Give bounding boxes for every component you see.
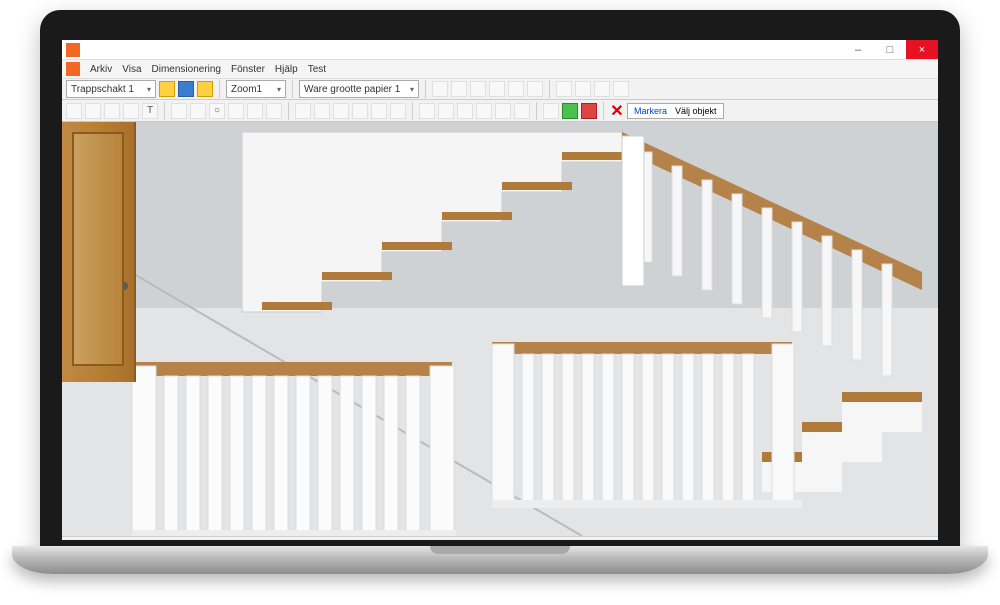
menu-dimensionering[interactable]: Dimensionering [152, 64, 221, 75]
paper-value: Ware grootte papier 1 [304, 84, 400, 95]
hint-valj: Välj objekt [675, 106, 717, 116]
zoom-value: Zoom1 [231, 84, 262, 95]
send-back-icon[interactable] [613, 81, 629, 97]
group-icon[interactable] [556, 81, 572, 97]
align-center-icon[interactable] [451, 81, 467, 97]
mirror-icon[interactable] [476, 103, 492, 119]
cancel-x-icon[interactable]: ✕ [610, 101, 624, 121]
ungroup-icon[interactable] [575, 81, 591, 97]
separator [412, 102, 413, 120]
scene-svg [62, 122, 938, 536]
chevron-down-icon: ▾ [277, 85, 281, 94]
copy-icon[interactable] [495, 103, 511, 119]
doorknob-icon [120, 282, 128, 290]
laptop-base [12, 546, 988, 574]
toolbar-1: Trappschakt 1 ▾ Zoom1 ▾ Ware grootte pap… [62, 78, 938, 100]
app-menu-icon [66, 62, 80, 76]
window-controls: – □ × [842, 40, 938, 59]
door [62, 122, 136, 382]
stairwell-dropdown[interactable]: Trappschakt 1 ▾ [66, 80, 156, 98]
menu-visa[interactable]: Visa [122, 64, 141, 75]
separator [549, 80, 550, 98]
status-bar: A 110x110_3_groeven_sk Schilderkwaliteit… [62, 536, 938, 540]
chevron-down-icon: ▾ [147, 85, 151, 94]
select-icon[interactable] [66, 103, 82, 119]
bring-front-icon[interactable] [594, 81, 610, 97]
menu-fonster[interactable]: Fönster [231, 64, 265, 75]
menu-bar: Arkiv Visa Dimensionering Fönster Hjälp … [62, 60, 938, 78]
toolbar-2: T ○ ✕ [62, 100, 938, 122]
status-c1: -1700, [836, 540, 862, 541]
chevron-down-icon: ▾ [410, 85, 414, 94]
hint-markera: Markera [634, 106, 667, 116]
circle-icon[interactable]: ○ [209, 103, 225, 119]
status-c3: -38, [889, 540, 905, 541]
align-left-icon[interactable] [432, 81, 448, 97]
app-icon [66, 43, 80, 57]
hatch-icon[interactable] [371, 103, 387, 119]
tool-draw-icon[interactable] [159, 81, 175, 97]
status-c4: 1561 [912, 540, 932, 541]
separator [164, 102, 165, 120]
trim-icon[interactable] [419, 103, 435, 119]
pattern-icon[interactable] [390, 103, 406, 119]
close-button[interactable]: × [906, 40, 938, 59]
separator [292, 80, 293, 98]
angle-icon[interactable] [314, 103, 330, 119]
scale-icon[interactable] [123, 103, 139, 119]
rotate-icon[interactable] [104, 103, 120, 119]
stop-icon[interactable] [581, 103, 597, 119]
menu-arkiv[interactable]: Arkiv [90, 64, 112, 75]
zoom-dropdown[interactable]: Zoom1 ▾ [226, 80, 286, 98]
rect-icon[interactable] [190, 103, 206, 119]
stairwell-value: Trappschakt 1 [71, 84, 134, 95]
align-bottom-icon[interactable] [527, 81, 543, 97]
menu-hjalp[interactable]: Hjälp [275, 64, 298, 75]
separator [425, 80, 426, 98]
tool-fill-icon[interactable] [178, 81, 194, 97]
status-sp: SP [816, 540, 828, 541]
status-left: A 110x110_3_groeven_sk Schilderkwaliteit… [68, 540, 243, 541]
move-icon[interactable] [85, 103, 101, 119]
title-bar: – □ × [62, 40, 938, 60]
separator [603, 102, 604, 120]
separator [288, 102, 289, 120]
status-c2: 0 [869, 540, 874, 541]
offset-icon[interactable] [457, 103, 473, 119]
minimize-button[interactable]: – [842, 40, 874, 59]
dimension-icon[interactable] [333, 103, 349, 119]
render-icon[interactable] [562, 103, 578, 119]
layer-icon[interactable] [543, 103, 559, 119]
line-icon[interactable] [171, 103, 187, 119]
leader-icon[interactable] [352, 103, 368, 119]
align-top-icon[interactable] [489, 81, 505, 97]
polyline-icon[interactable] [266, 103, 282, 119]
ellipse-icon[interactable] [228, 103, 244, 119]
tool-eraser-icon[interactable] [197, 81, 213, 97]
menu-test[interactable]: Test [308, 64, 326, 75]
status-right: SP -1700, 0 -38, 1561 [816, 540, 932, 541]
arc-icon[interactable] [247, 103, 263, 119]
maximize-button[interactable]: □ [874, 40, 906, 59]
align-middle-icon[interactable] [508, 81, 524, 97]
measure-icon[interactable] [295, 103, 311, 119]
array-icon[interactable] [514, 103, 530, 119]
paper-dropdown[interactable]: Ware grootte papier 1 ▾ [299, 80, 419, 98]
align-right-icon[interactable] [470, 81, 486, 97]
separator [536, 102, 537, 120]
3d-viewport[interactable] [62, 122, 938, 536]
command-hint: Markera Välj objekt [627, 103, 724, 119]
laptop-frame: – □ × Arkiv Visa Dimensionering Fönster … [40, 10, 960, 550]
app-window: – □ × Arkiv Visa Dimensionering Fönster … [62, 40, 938, 540]
separator [219, 80, 220, 98]
extend-icon[interactable] [438, 103, 454, 119]
text-icon[interactable]: T [142, 103, 158, 119]
